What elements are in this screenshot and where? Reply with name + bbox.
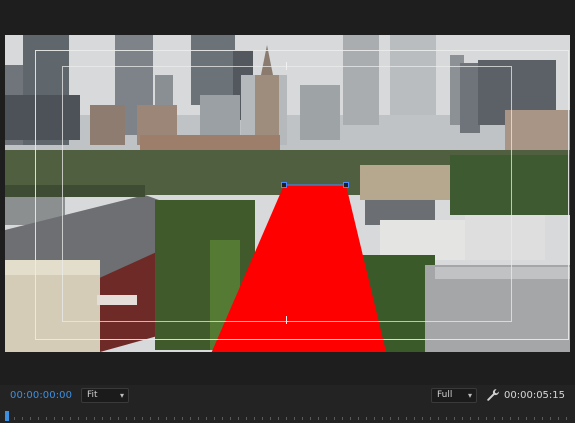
ruler-tick [246,417,247,420]
ruler-tick [142,417,143,420]
ruler-tick [190,417,191,420]
ruler-tick [222,417,223,420]
ruler-tick [566,417,567,420]
wrench-icon[interactable] [486,388,500,402]
ruler-tick [102,417,103,420]
ruler-tick [382,417,383,420]
ruler-tick [230,417,231,420]
ruler-tick [422,417,423,420]
video-frame[interactable] [5,35,570,352]
ruler-tick [550,417,551,420]
ruler-tick [94,417,95,420]
ruler-tick [374,417,375,420]
program-monitor: 00:00:00:00 Fit ▾ Full ▾ 00:00:05:15 [0,0,575,423]
monitor-viewport [0,0,575,385]
ruler-tick [534,417,535,420]
ruler-tick [294,417,295,420]
ruler-tick [358,417,359,420]
ruler-tick [510,417,511,420]
ruler-tick [494,417,495,420]
ruler-tick [486,417,487,420]
mask-vertex-top-right[interactable] [343,182,349,188]
ruler-tick [22,417,23,420]
ruler-tick [398,417,399,420]
ruler-tick [78,417,79,420]
zoom-level-dropdown[interactable]: Fit ▾ [81,388,129,403]
zoom-level-value: Fit [87,390,98,400]
ruler-tick [62,417,63,420]
ruler-tick [334,417,335,420]
ruler-tick [110,417,111,420]
ruler-tick [438,417,439,420]
ruler-tick [86,417,87,420]
ruler-tick [558,417,559,420]
mask-vertex-top-left[interactable] [281,182,287,188]
ruler-tick [326,417,327,420]
ruler-tick [198,417,199,420]
ruler-tick [414,417,415,420]
mini-timeline[interactable] [0,409,575,423]
duration-timecode: 00:00:05:15 [504,390,566,401]
ruler-tick [182,417,183,420]
ruler-tick [30,417,31,420]
ruler-tick [310,417,311,420]
ruler-tick [462,417,463,420]
ruler-tick [54,417,55,420]
ruler-tick [174,417,175,420]
monitor-controls-bar: 00:00:00:00 Fit ▾ Full ▾ 00:00:05:15 [0,385,575,409]
ruler-tick [286,417,287,420]
playback-resolution-dropdown[interactable]: Full ▾ [431,388,477,403]
ruler-tick [366,417,367,420]
ruler-tick [526,417,527,420]
ruler-tick [350,417,351,420]
ruler-tick [166,417,167,420]
playhead-timecode[interactable]: 00:00:00:00 [10,390,72,401]
ruler-tick [270,417,271,420]
ruler-tick [342,417,343,420]
ruler-tick [126,417,127,420]
ruler-tick [150,417,151,420]
safe-margin-bottom-center-tick [286,316,287,324]
ruler-tick [158,417,159,420]
red-trapezoid-mask[interactable] [5,35,570,352]
ruler-tick [302,417,303,420]
ruler-tick [470,417,471,420]
ruler-tick [134,417,135,420]
ruler-tick [390,417,391,420]
ruler-tick [478,417,479,420]
chevron-down-icon: ▾ [467,391,472,400]
ruler-tick [278,417,279,420]
ruler-tick [254,417,255,420]
ruler-tick [542,417,543,420]
ruler-tick [318,417,319,420]
ruler-tick [214,417,215,420]
ruler-tick [14,417,15,420]
ruler-tick [446,417,447,420]
ruler-tick [502,417,503,420]
playhead-icon[interactable] [5,411,9,421]
safe-margin-top-center-tick [286,62,287,70]
ruler-tick [206,417,207,420]
playback-resolution-value: Full [437,390,453,400]
timeline-ruler [6,417,571,422]
ruler-tick [38,417,39,420]
ruler-tick [406,417,407,420]
ruler-tick [46,417,47,420]
ruler-tick [262,417,263,420]
ruler-tick [518,417,519,420]
ruler-tick [70,417,71,420]
chevron-down-icon: ▾ [119,391,124,400]
ruler-tick [118,417,119,420]
ruler-tick [430,417,431,420]
ruler-tick [238,417,239,420]
ruler-tick [454,417,455,420]
